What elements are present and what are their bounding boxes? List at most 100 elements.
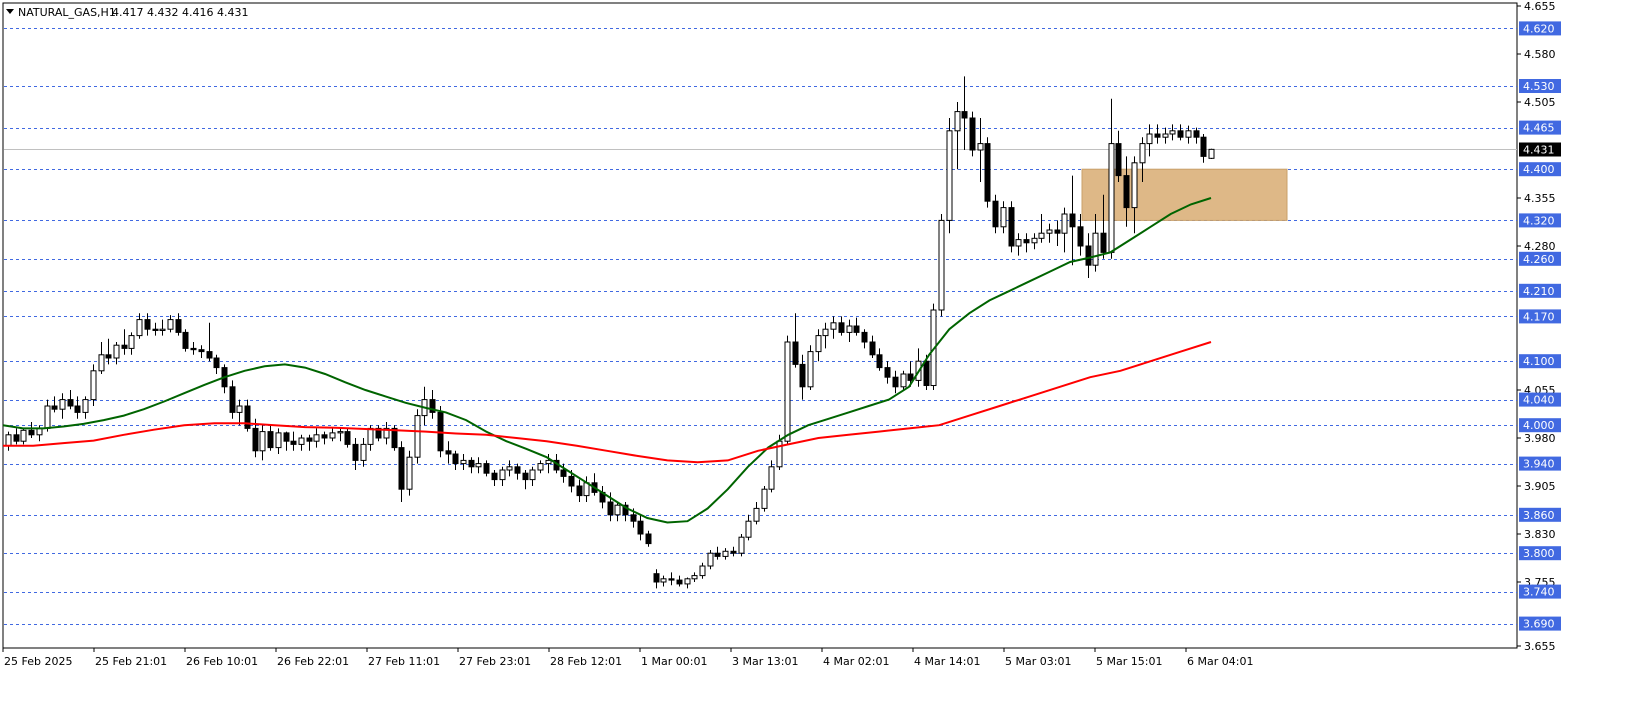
candle-body-up	[761, 488, 768, 509]
candle-body-down	[1008, 207, 1015, 247]
candle-body-up	[460, 459, 467, 465]
candle-body-down	[668, 578, 675, 581]
candle-body-up	[614, 504, 621, 516]
level-label-text: 4.465	[1523, 122, 1555, 135]
candle-body-up	[822, 328, 829, 337]
level-label: 4.320	[1519, 213, 1561, 228]
level-label: 3.800	[1519, 546, 1561, 561]
candle-body-up	[846, 325, 853, 333]
x-tick-label: 25 Feb 2025	[4, 655, 72, 668]
candle-body-up	[1208, 148, 1215, 159]
candle-body-down	[445, 450, 452, 455]
candle-body-up	[1108, 143, 1115, 253]
candle-body-up	[1162, 133, 1169, 138]
candle-body-down	[1085, 245, 1092, 266]
candle-body-down	[67, 399, 74, 407]
y-tick-label: 3.980	[1524, 432, 1556, 445]
candle-body-down	[892, 376, 899, 388]
candle-body-down	[306, 437, 313, 442]
candle-body-up	[684, 578, 691, 585]
y-tick-label: 3.905	[1524, 480, 1556, 493]
level-label-text: 3.860	[1523, 509, 1555, 522]
candle-body-up	[1000, 207, 1007, 228]
x-tick-label: 25 Feb 21:01	[95, 655, 167, 668]
candle-body-up	[128, 335, 135, 349]
candle-body-down	[1123, 175, 1130, 209]
x-tick-label: 1 Mar 00:01	[641, 655, 707, 668]
candle-body-up	[738, 536, 745, 554]
candle-body-down	[483, 463, 490, 474]
candle-body-down	[28, 429, 35, 436]
level-label: 4.210	[1519, 283, 1561, 298]
candle	[182, 329, 189, 352]
candle-body-down	[730, 550, 737, 554]
candle-body-down	[607, 501, 614, 516]
candle-body-up	[784, 341, 791, 442]
candle	[406, 450, 413, 496]
level-label-text: 4.260	[1523, 253, 1555, 266]
candle-body-up	[360, 443, 367, 461]
candle-body-down	[576, 485, 583, 497]
level-label-text: 4.100	[1523, 355, 1555, 368]
level-label-text: 4.400	[1523, 163, 1555, 176]
candle-body-up	[1131, 162, 1138, 209]
x-tick-label: 4 Mar 02:01	[823, 655, 889, 668]
candle-body-up	[259, 431, 266, 452]
candle	[761, 486, 768, 512]
candle-body-down	[969, 117, 976, 151]
candle-body-up	[1092, 232, 1099, 266]
candle-body-up	[745, 520, 752, 538]
candle-body-down	[74, 405, 81, 413]
candle-body-down	[923, 360, 930, 387]
candle-body-up	[830, 322, 837, 330]
candle-body-up	[499, 469, 506, 481]
candle-body-up	[753, 507, 760, 522]
level-label-text: 3.940	[1523, 458, 1555, 471]
candle-body-down	[213, 357, 220, 369]
candle-body-up	[20, 429, 27, 442]
candle-body-up	[1046, 229, 1053, 234]
y-tick-label: 4.580	[1524, 48, 1556, 61]
x-tick-label: 26 Feb 22:01	[277, 655, 349, 668]
candle-body-down	[352, 443, 359, 461]
candle-body-up	[298, 437, 305, 445]
candle-body-down	[514, 466, 521, 474]
candle-body-up	[475, 463, 482, 468]
level-label: 3.690	[1519, 616, 1561, 631]
candle-body-down	[630, 514, 637, 522]
level-label-text: 4.620	[1523, 22, 1555, 35]
candle-body-down	[645, 533, 652, 545]
candle-body-down	[1200, 136, 1207, 157]
candle-body-down	[861, 331, 868, 343]
candle-body-up	[537, 463, 544, 471]
candle-body-up	[82, 399, 89, 413]
candle	[1008, 201, 1015, 253]
x-tick-label: 5 Mar 15:01	[1096, 655, 1162, 668]
candle-body-up	[529, 469, 536, 481]
current-price-text: 4.431	[1523, 144, 1555, 157]
candle-body-up	[768, 466, 775, 490]
candle-body-up	[5, 434, 12, 447]
candle-body-up	[1031, 237, 1038, 244]
level-label-text: 4.530	[1523, 80, 1555, 93]
candle-body-up	[545, 459, 552, 465]
level-label: 4.040	[1519, 392, 1561, 407]
chart-background	[0, 0, 1651, 708]
price-chart[interactable]: 4.6554.5804.5054.3554.2804.0553.9803.905…	[0, 0, 1651, 708]
candle	[90, 364, 97, 406]
candle-body-down	[1054, 229, 1061, 234]
candle-body-up	[337, 431, 344, 434]
level-label: 4.465	[1519, 120, 1561, 135]
candle-body-down	[1193, 130, 1200, 138]
candle-body-up	[946, 130, 953, 221]
candle-body-down	[206, 351, 213, 359]
candle-body-down	[344, 431, 351, 445]
candle-body-up	[136, 319, 143, 337]
candle-body-up	[506, 466, 513, 471]
level-label-text: 4.210	[1523, 285, 1555, 298]
candle-body-up	[1185, 130, 1192, 138]
candle	[969, 111, 976, 157]
candle-body-up	[660, 578, 667, 583]
candle-body-down	[522, 472, 529, 481]
candle	[946, 118, 953, 234]
